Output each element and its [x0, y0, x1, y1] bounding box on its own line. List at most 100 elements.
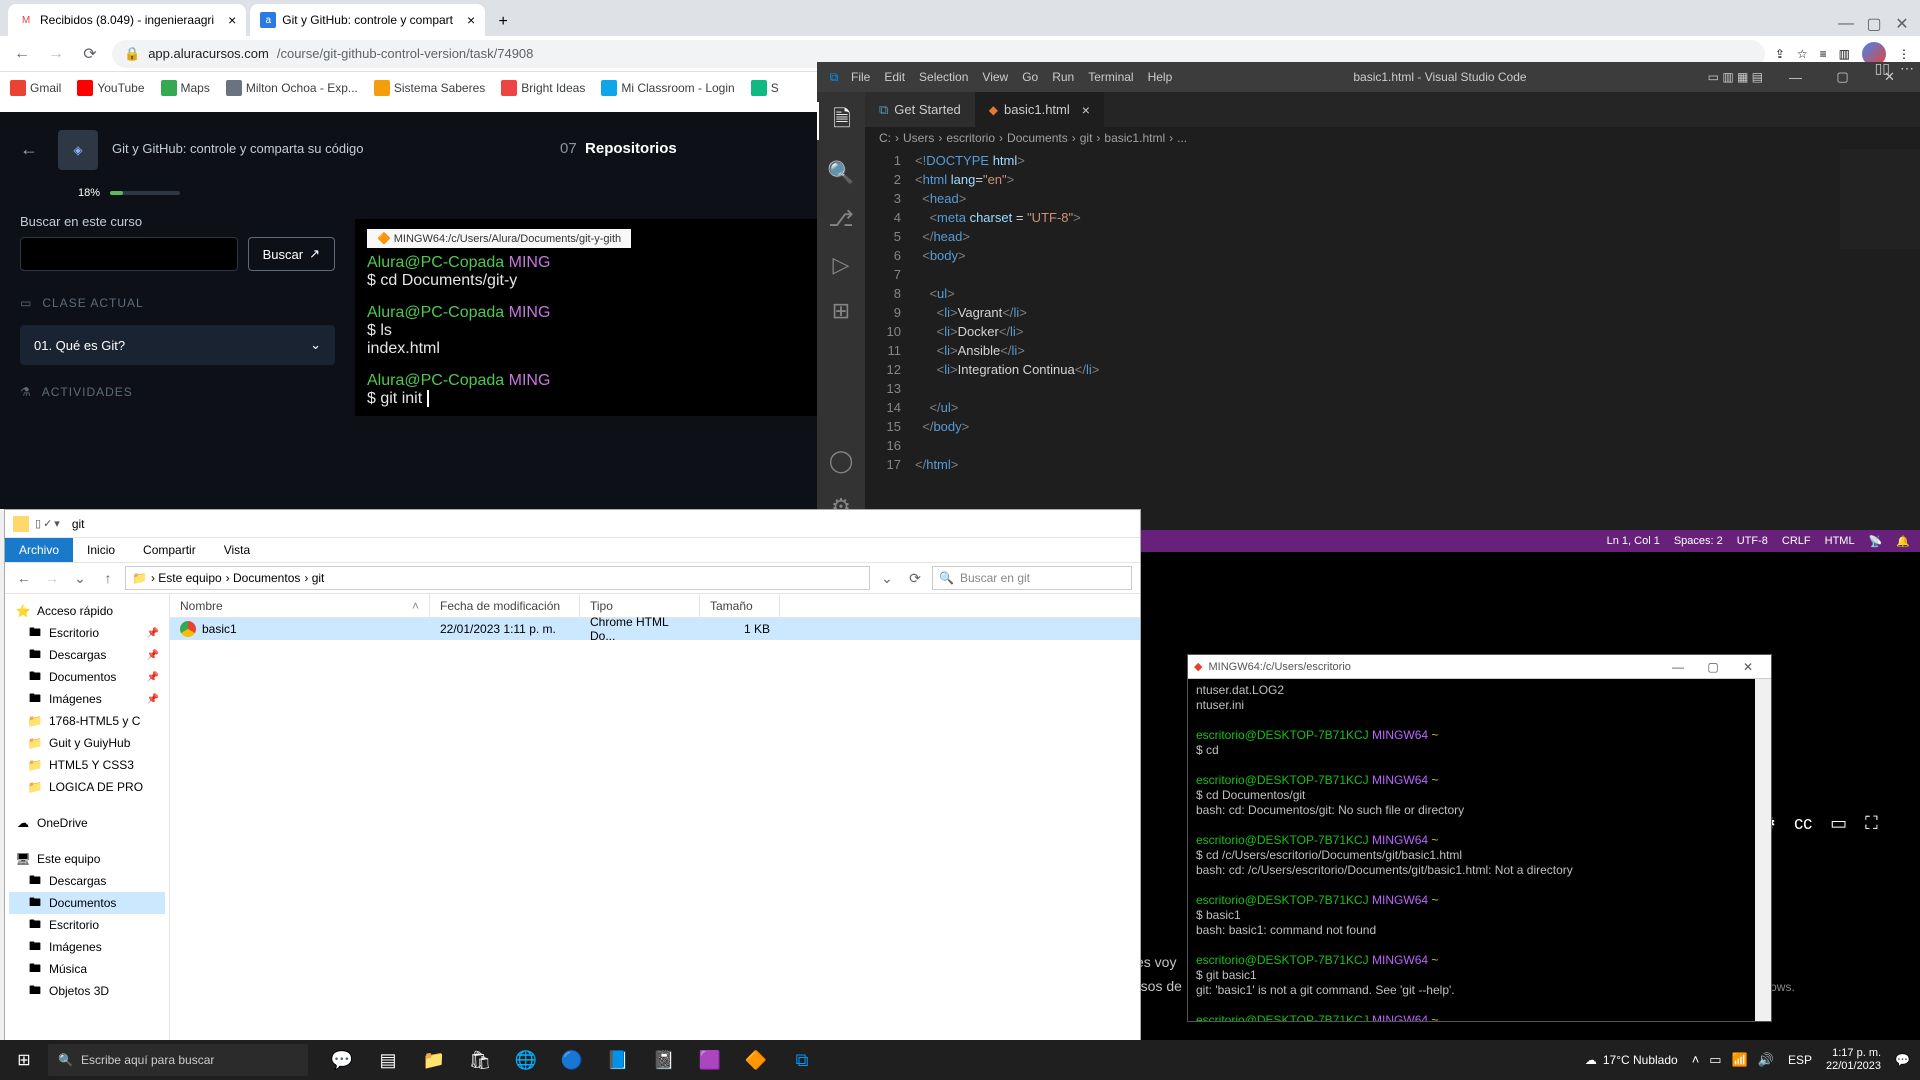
breadcrumb-segment[interactable]: basic1.html — [1104, 131, 1165, 145]
tree-item[interactable]: 📁Guit y GuiyHub — [9, 732, 165, 754]
explorer-icon[interactable]: 📁 — [412, 1040, 456, 1080]
col-name[interactable]: Nombre ˄ — [170, 594, 430, 617]
back-arrow-icon[interactable]: ← — [20, 139, 38, 160]
system-tray[interactable]: ˄▭📶🔊 — [1692, 1052, 1774, 1068]
taskbar-search[interactable]: 🔍Escribe aquí para buscar — [48, 1044, 308, 1076]
feedback-icon[interactable]: 📡 — [1869, 535, 1883, 548]
eol[interactable]: CRLF — [1782, 535, 1811, 547]
tree-item[interactable]: 🖿Imágenes📌 — [9, 688, 165, 710]
close-icon[interactable]: × — [228, 12, 236, 28]
vscode-icon[interactable]: ⧉ — [780, 1040, 824, 1080]
tree-item[interactable]: 🖿Documentos — [9, 892, 165, 914]
breadcrumb[interactable]: C:›Users›escritorio›Documents›git›basic1… — [865, 127, 1920, 149]
search-icon[interactable]: 🔍 — [827, 160, 854, 186]
path-segment[interactable]: › Este equipo — [151, 571, 222, 585]
star-icon[interactable]: ☆ — [1797, 47, 1808, 61]
browser-tab-gmail[interactable]: M Recibidos (8.049) - ingenieraagri × — [8, 4, 246, 36]
clock[interactable]: 1:17 p. m.22/01/2023 — [1826, 1047, 1881, 1073]
tree-item[interactable]: 🖿Descargas — [9, 870, 165, 892]
word-icon[interactable]: 📘 — [596, 1040, 640, 1080]
chrome-icon[interactable]: 🌐 — [504, 1040, 548, 1080]
terminal-body[interactable]: ntuser.dat.LOG2ntuser.ini escritorio@DES… — [1188, 679, 1771, 1021]
col-date[interactable]: Fecha de modificación — [430, 594, 580, 617]
language-mode[interactable]: HTML — [1825, 535, 1855, 547]
minimize-icon[interactable]: — — [1773, 62, 1818, 92]
col-type[interactable]: Tipo — [580, 594, 700, 617]
bookmark-item[interactable]: S — [751, 80, 779, 96]
reload-button[interactable]: ⟳ — [78, 42, 102, 66]
scrollbar[interactable] — [1755, 679, 1771, 1021]
tree-item[interactable]: 🖿Escritorio📌 — [9, 622, 165, 644]
debug-icon[interactable]: ▷ — [833, 252, 850, 278]
tree-item[interactable]: 🖿Objetos 3D — [9, 980, 165, 1002]
cursor-position[interactable]: Ln 1, Col 1 — [1607, 535, 1660, 547]
ribbon-tab[interactable]: Vista — [210, 538, 264, 562]
breadcrumb-segment[interactable]: Documents — [1007, 131, 1068, 145]
tree-item[interactable]: 📁1768-HTML5 y C — [9, 710, 165, 732]
explorer-icon[interactable]: 🗎 — [817, 102, 865, 140]
video-area[interactable]: 🔶 MINGW64:/c/Users/Alura/Documents/git-y… — [355, 214, 817, 414]
ribbon-tab[interactable]: Archivo — [5, 538, 73, 562]
forward-button[interactable]: → — [41, 567, 63, 589]
language-indicator[interactable]: ESP — [1788, 1053, 1812, 1067]
pip-icon[interactable]: ▭ — [1830, 813, 1847, 834]
refresh-button[interactable]: ⟳ — [904, 567, 926, 589]
bookmark-item[interactable]: Mi Classroom - Login — [601, 80, 734, 96]
menu-item[interactable]: Help — [1148, 70, 1173, 84]
bookmark-item[interactable]: Gmail — [10, 80, 61, 96]
browser-tab-alura[interactable]: a Git y GitHub: controle y compart × — [250, 4, 485, 36]
menu-item[interactable]: Edit — [884, 70, 905, 84]
path-bar[interactable]: 📁 › Este equipo › Documentos › git — [125, 566, 870, 590]
breadcrumb-segment[interactable]: ... — [1177, 131, 1187, 145]
close-icon[interactable]: × — [1082, 102, 1090, 118]
col-size[interactable]: Tamaño — [700, 594, 780, 617]
vscode-titlebar[interactable]: ⧉ FileEditSelectionViewGoRunTerminalHelp… — [817, 62, 1920, 92]
weather-widget[interactable]: ☁17°C Nublado — [1585, 1053, 1678, 1067]
bookmark-item[interactable]: Sistema Saberes — [374, 80, 485, 96]
tab-get-started[interactable]: ⧉ Get Started — [865, 92, 975, 127]
explorer-search[interactable]: 🔍Buscar en git — [932, 566, 1132, 590]
indent-info[interactable]: Spaces: 2 — [1674, 535, 1723, 547]
menu-item[interactable]: Terminal — [1088, 70, 1133, 84]
mingw-titlebar[interactable]: ◆MINGW64:/c/Users/escritorio — ▢ ✕ — [1188, 655, 1771, 679]
cortana-icon[interactable]: 💬 — [320, 1040, 364, 1080]
breadcrumb-segment[interactable]: git — [1080, 131, 1093, 145]
tab-basic1[interactable]: ◆ basic1.html × — [975, 92, 1104, 127]
lesson-accordion[interactable]: 01. Qué es Git? ⌄ — [20, 325, 335, 365]
extensions-icon[interactable]: ⊞ — [832, 298, 850, 324]
maximize-icon[interactable]: ▢ — [1820, 62, 1865, 92]
dropdown-icon[interactable]: ⌄ — [876, 567, 898, 589]
back-button[interactable]: ← — [10, 42, 34, 66]
tree-item[interactable]: 🖿Descargas📌 — [9, 644, 165, 666]
tree-item[interactable]: 🖿Música — [9, 958, 165, 980]
minimize-icon[interactable]: — — [1834, 12, 1858, 36]
source-control-icon[interactable]: ⎇ — [828, 206, 853, 232]
path-segment[interactable]: › Documentos — [226, 571, 301, 585]
menu-item[interactable]: File — [851, 70, 870, 84]
explorer-titlebar[interactable]: ▯✓▾ git — [5, 510, 1140, 538]
path-segment[interactable]: › git — [304, 571, 324, 585]
minimize-icon[interactable]: — — [1661, 656, 1695, 678]
breadcrumb-segment[interactable]: Users — [903, 131, 934, 145]
forward-button[interactable]: → — [44, 42, 68, 66]
close-icon[interactable]: × — [467, 12, 475, 28]
account-icon[interactable]: ◯ — [829, 448, 854, 474]
recent-button[interactable]: ⌄ — [69, 567, 91, 589]
share-icon[interactable]: ⇪ — [1775, 47, 1785, 61]
edge-icon[interactable]: 🔵 — [550, 1040, 594, 1080]
close-icon[interactable]: ✕ — [1731, 656, 1765, 678]
tree-item[interactable]: 🖥Este equipo — [9, 848, 165, 870]
menu-item[interactable]: Go — [1022, 70, 1038, 84]
menu-item[interactable]: Selection — [919, 70, 968, 84]
tree-item[interactable]: ☁OneDrive — [9, 812, 165, 834]
task-view-icon[interactable]: ▤ — [366, 1040, 410, 1080]
layout-icons[interactable]: ▭ ▥ ▦ ▤ — [1708, 70, 1763, 84]
side-panel-icon[interactable]: ▥ — [1839, 47, 1850, 61]
tree-item[interactable]: 🖿Documentos📌 — [9, 666, 165, 688]
ribbon-tab[interactable]: Compartir — [129, 538, 210, 562]
app-icon[interactable]: 📓 — [642, 1040, 686, 1080]
file-row[interactable]: basic1 22/01/2023 1:11 p. m. Chrome HTML… — [170, 618, 1140, 640]
menu-item[interactable]: View — [982, 70, 1008, 84]
back-button[interactable]: ← — [13, 567, 35, 589]
breadcrumb-segment[interactable]: C: — [879, 131, 891, 145]
